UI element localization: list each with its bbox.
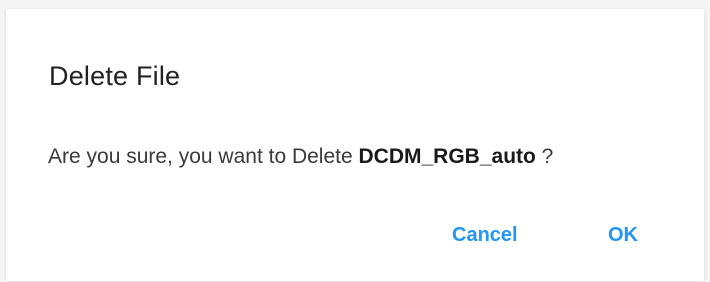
delete-file-dialog: Delete File Are you sure, you want to De… <box>6 9 704 281</box>
ok-button[interactable]: OK <box>600 215 646 255</box>
message-suffix: ? <box>535 145 554 168</box>
dialog-message: Are you sure, you want to Delete DCDM_RG… <box>48 145 553 169</box>
cancel-button[interactable]: Cancel <box>444 215 526 255</box>
file-name: DCDM_RGB_auto <box>358 145 536 168</box>
dialog-title: Delete File <box>49 61 181 91</box>
dialog-actions: Cancel OK <box>6 215 704 255</box>
message-prefix: Are you sure, you want to Delete <box>48 145 359 168</box>
